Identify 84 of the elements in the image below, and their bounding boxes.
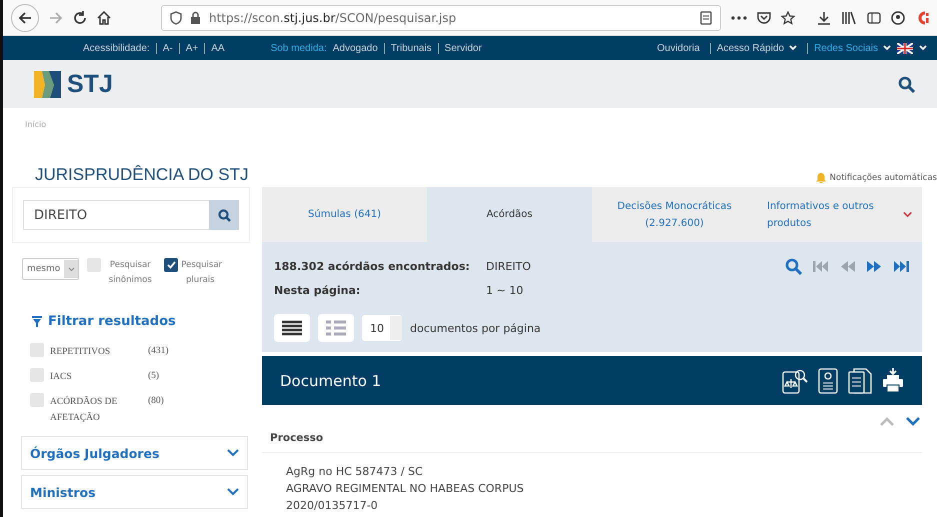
logo-text[interactable]: STJ [67, 70, 113, 98]
results-count: 188.302 acórdãos encontrados: [274, 260, 471, 272]
chevron-down-icon [902, 211, 912, 218]
checkbox-label: Pesquisar sinônimos [108, 259, 153, 287]
chevron-down-icon [68, 266, 75, 272]
sidebar-icon[interactable] [867, 12, 881, 24]
chevron-down-icon [227, 488, 239, 496]
accessibility-link[interactable]: AA [204, 42, 225, 54]
print-icon[interactable] [882, 368, 904, 392]
nav-link[interactable]: Tribunais [384, 42, 432, 54]
nav-link[interactable]: Redes Sociais [807, 42, 891, 54]
url-text: https://scon.stj.jus.br/SCON/pesquisar.jsp [209, 10, 458, 24]
tab[interactable]: Decisões Monocráticas (2.927.600) [592, 187, 757, 242]
detail-list-icon [326, 320, 346, 336]
checkbox-label: Pesquisar plurais [181, 259, 220, 287]
back-button[interactable] [11, 4, 39, 32]
lock-icon [190, 11, 201, 24]
notifications-link[interactable]: Notificações automáticas [830, 172, 937, 182]
logo-icon[interactable] [33, 69, 63, 99]
tab[interactable]: Acórdãos [427, 187, 592, 242]
accessibility-label: Acessibilidade: [83, 42, 150, 54]
match-dropdown[interactable]: mesmo [22, 258, 80, 280]
tab[interactable]: Informativos e outros produtos [757, 187, 922, 242]
bell-icon [816, 172, 826, 183]
filter-heading: Filtrar resultados [48, 314, 176, 329]
search-icon[interactable] [898, 76, 915, 92]
tab[interactable]: Súmulas (641) [262, 187, 427, 242]
checkbox[interactable] [164, 258, 178, 272]
page-range-label: Nesta página: [274, 284, 362, 296]
more-icon[interactable] [731, 16, 747, 20]
reader-view-icon[interactable] [700, 10, 712, 24]
flag-icon[interactable] [897, 42, 913, 54]
accordion-header[interactable]: Ministros [21, 475, 248, 509]
search-icon [218, 208, 230, 222]
home-icon[interactable] [97, 10, 111, 24]
filter-icon [32, 316, 42, 327]
accessibility-link[interactable]: A- [156, 42, 173, 54]
back-arrow-icon [18, 10, 32, 24]
page-title: JURISPRUDÊNCIA DO STJ [35, 165, 248, 185]
sob-medida-label: Sob medida: [270, 42, 327, 54]
reload-icon[interactable] [73, 10, 87, 24]
filter-count: (5) [148, 370, 160, 383]
field-value: 2020/0135717-0 [286, 498, 379, 514]
accessibility-link[interactable]: A+ [178, 42, 198, 54]
download-icon[interactable] [817, 10, 831, 24]
star-icon[interactable] [781, 10, 795, 24]
document-scales-search-icon[interactable] [782, 368, 808, 394]
documents-icon[interactable] [848, 368, 872, 394]
nav-link[interactable]: Servidor [438, 42, 482, 54]
filter-label: ACÓRDÃOS DE AFETAÇÃO [50, 394, 118, 425]
search-icon[interactable] [785, 258, 802, 274]
account-icon[interactable] [891, 10, 905, 24]
document-title: Documento 1 [280, 372, 382, 390]
nav-link[interactable]: Advogado [332, 42, 378, 54]
filter-label: IACS [50, 371, 73, 384]
document-icon[interactable] [818, 368, 838, 394]
pocket-icon[interactable] [757, 11, 771, 24]
shield-icon [170, 10, 182, 24]
filter-count: (431) [148, 345, 169, 358]
nav-link[interactable]: Acesso Rápido [710, 42, 798, 54]
nav-link[interactable]: Ouvidoria [657, 42, 700, 54]
field-value: AGRAVO REGIMENTAL NO HABEAS CORPUS [286, 481, 525, 497]
field-value: AgRg no HC 587473 / SC [286, 464, 424, 480]
chevron-down-icon[interactable] [906, 417, 920, 426]
checkbox[interactable] [30, 343, 44, 357]
search-button[interactable] [209, 200, 239, 230]
list-view-button[interactable] [274, 314, 310, 342]
library-icon[interactable] [841, 10, 857, 24]
checkbox[interactable] [30, 393, 44, 407]
search-term: DIREITO [486, 260, 531, 272]
page-range: 1 ~ 10 [486, 284, 524, 296]
chevron-down-icon [227, 449, 239, 457]
filter-count: (80) [148, 395, 164, 408]
field-label: Processo [270, 432, 324, 444]
checkbox[interactable] [30, 368, 44, 382]
list-icon [282, 320, 302, 336]
address-bar[interactable]: https://scon.stj.jus.br/SCON/pesquisar.jsp [161, 4, 721, 30]
checkbox[interactable] [87, 258, 102, 272]
accordion-header[interactable]: Órgãos Julgadores [21, 436, 248, 470]
check-icon [166, 261, 176, 269]
filter-label: REPETITIVOS [50, 346, 112, 359]
page-size-label: documentos por página [410, 322, 541, 334]
page-size-dropdown[interactable]: 10 [362, 315, 402, 341]
search-field[interactable]: DIREITO [23, 200, 209, 230]
